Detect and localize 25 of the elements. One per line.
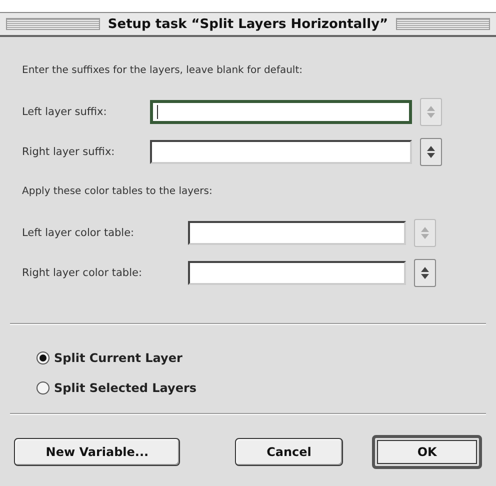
up-down-arrows-icon [421,227,429,239]
instruction-text: Enter the suffixes for the layers, leave blank for default: [22,65,304,76]
field-label: Left layer suffix: [22,106,108,118]
text-cursor [157,105,158,119]
field-label: Left layer color table: [22,227,136,239]
text-field[interactable] [150,140,412,164]
window-title: Setup task “Split Layers Horizontally” [108,16,388,32]
text-field[interactable] [188,261,406,285]
field-label: Right layer suffix: [22,146,116,158]
radio-option[interactable]: Split Selected Layers [36,381,474,395]
text-field[interactable] [150,100,412,124]
radio-button[interactable] [36,381,50,395]
up-down-arrows-icon [427,146,435,158]
stepper-button[interactable] [420,138,442,166]
field-label: Right layer color table: [22,267,143,279]
up-down-arrows-icon [421,267,429,279]
instruction-text: Apply these color tables to the layers: [22,186,214,197]
dialog-button[interactable]: Cancel [235,438,343,466]
radio-option[interactable]: Split Current Layer [36,351,474,365]
text-field[interactable] [188,221,406,245]
dialog-button[interactable]: OK [372,435,482,469]
stepper-button[interactable] [414,259,436,287]
up-down-arrows-icon [427,106,435,118]
dialog-button[interactable]: New Variable... [14,438,180,466]
radio-button[interactable] [36,351,50,365]
